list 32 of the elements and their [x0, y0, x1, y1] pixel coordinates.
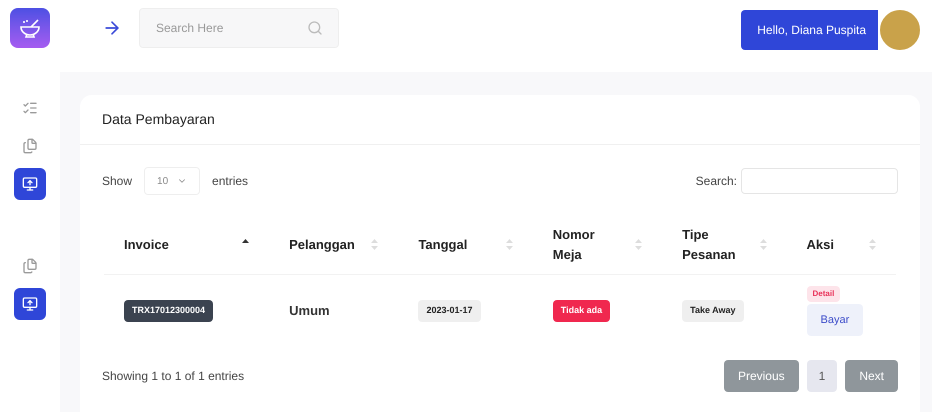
card-title: Data Pembayaran [102, 110, 215, 129]
sidebar-item[interactable] [14, 168, 46, 200]
show-label: Show [102, 173, 132, 190]
pagination-button[interactable]: 1 [806, 360, 838, 392]
status-badge: Tidak ada [552, 300, 610, 322]
table-badge: Take Away [682, 300, 744, 322]
column-header[interactable]: Nomor Meja [532, 224, 662, 264]
table-badge: 2023-01-17 [418, 300, 481, 322]
invoice-badge: TRX17012300004 [124, 300, 214, 322]
sidebar-item[interactable] [14, 288, 46, 320]
column-header[interactable]: Aksi [786, 234, 896, 254]
bowl-icon [19, 18, 41, 38]
search-label: Search: [696, 173, 737, 190]
app-logo[interactable] [10, 8, 50, 48]
column-header[interactable]: Invoice [104, 234, 270, 254]
table-search-field[interactable] [741, 168, 898, 194]
column-header[interactable]: Tanggal [398, 234, 533, 254]
greeting-button[interactable]: Hello, Diana Puspita [741, 10, 878, 50]
entries-select[interactable]: 10 [144, 167, 200, 195]
monitor-icon [22, 176, 38, 192]
pay-button[interactable]: Bayar [806, 304, 864, 336]
list-icon [22, 100, 38, 116]
column-header[interactable]: Tipe Pesanan [662, 224, 787, 264]
files-icon [22, 138, 38, 154]
table-cell-text: Umum [289, 302, 330, 320]
table-info: Showing 1 to 1 of 1 entries [102, 368, 244, 385]
files-icon [22, 258, 38, 274]
search-icon[interactable] [307, 20, 323, 36]
column-header[interactable]: Pelanggan [269, 234, 398, 254]
entries-label: entries [212, 173, 248, 190]
monitor-icon [22, 296, 38, 312]
search-field[interactable]: Search Here [139, 8, 339, 48]
